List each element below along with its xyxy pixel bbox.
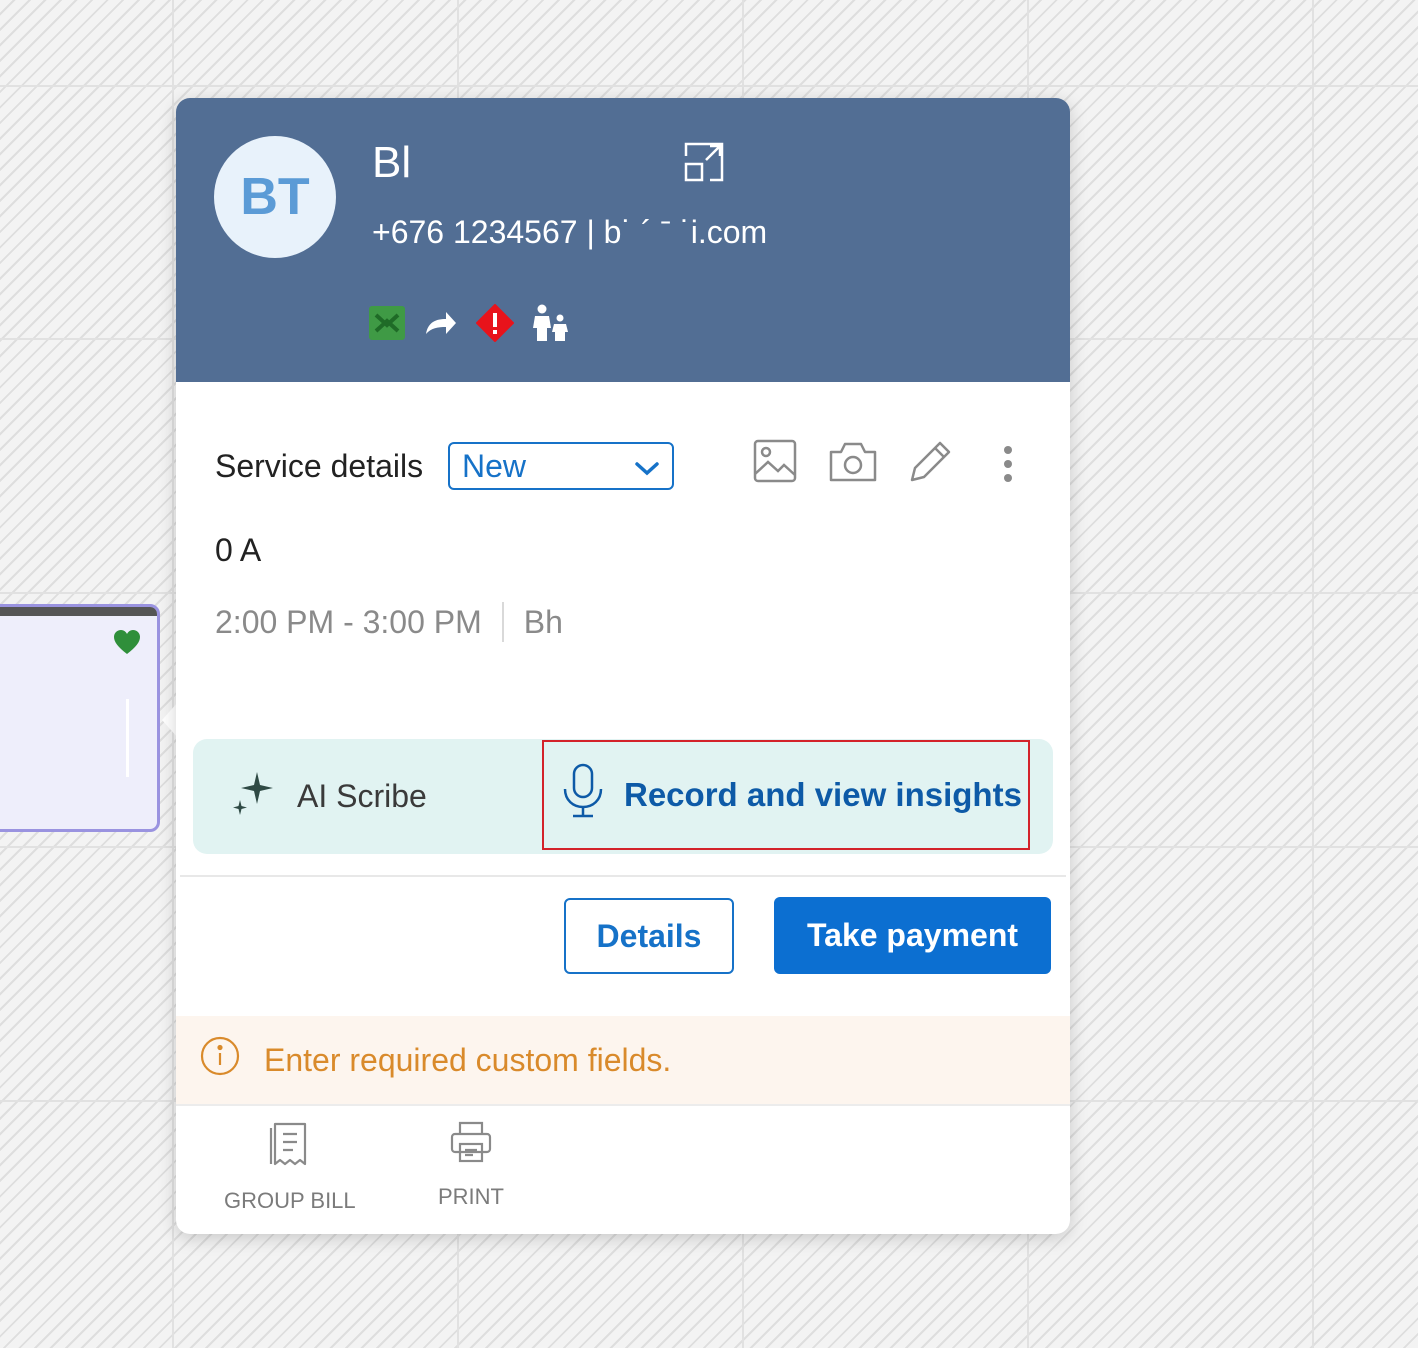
details-button[interactable]: Details	[564, 898, 734, 974]
client-status-icons	[368, 304, 570, 347]
warning-text: Enter required custom fields.	[264, 1041, 672, 1078]
service-details-label: Service details	[215, 448, 424, 484]
group-bill-action[interactable]: GROUP BILL	[224, 1120, 356, 1214]
appointment-divider	[126, 699, 129, 777]
printer-icon	[449, 1120, 493, 1170]
pencil-icon[interactable]	[906, 438, 954, 491]
more-vertical-icon[interactable]	[998, 442, 1018, 491]
status-select-value: New	[462, 447, 527, 484]
avatar: BT	[214, 136, 336, 258]
camera-icon[interactable]	[828, 438, 878, 489]
chevron-down-icon	[634, 448, 660, 485]
microphone-icon	[560, 763, 606, 827]
receipt-icon	[269, 1120, 311, 1174]
print-action[interactable]: PRINT	[438, 1120, 504, 1210]
time-separator	[501, 602, 504, 642]
client-header: BT Bl +676 1234567 | b˙ ´ ˉ ˙i.com	[176, 98, 1070, 382]
record-insights-label: Record and view insights	[624, 776, 1022, 813]
family-icon[interactable]	[532, 304, 570, 347]
sparkle-icon	[231, 770, 277, 824]
client-name[interactable]: Bl	[372, 138, 411, 188]
record-insights-button[interactable]: Record and view insights	[542, 740, 1030, 850]
client-contact: +676 1234567 | b˙ ´ ˉ ˙i.com	[372, 214, 768, 250]
calendar-gridline	[0, 85, 1418, 87]
info-icon	[200, 1036, 240, 1084]
group-bill-label: GROUP BILL	[224, 1188, 356, 1213]
take-payment-button[interactable]: Take payment	[774, 897, 1051, 974]
footer-divider	[176, 1104, 1070, 1106]
ai-scribe-label-group: AI Scribe	[231, 739, 427, 854]
service-name: 0 A	[215, 532, 262, 568]
staff-name: Bh	[523, 603, 563, 640]
calendar-appointment-block[interactable]	[0, 604, 160, 832]
section-divider	[180, 875, 1066, 877]
print-label: PRINT	[438, 1184, 504, 1209]
alert-diamond-icon[interactable]	[476, 304, 514, 347]
membership-icon[interactable]	[368, 305, 406, 346]
ai-scribe-panel: AI Scribe Record and view insights	[193, 739, 1053, 854]
custom-fields-warning: Enter required custom fields.	[176, 1016, 1070, 1104]
forward-arrow-icon[interactable]	[424, 310, 458, 341]
calendar-gridline	[1312, 0, 1314, 1348]
heart-icon	[113, 629, 141, 660]
appointment-status-select[interactable]: New	[448, 442, 674, 490]
appointment-time-row: 2:00 PM - 3:00 PM Bh	[215, 602, 563, 642]
appointment-status-bar	[0, 607, 157, 616]
calendar-gridline	[172, 0, 174, 1348]
expand-icon[interactable]	[682, 140, 726, 189]
appointment-time: 2:00 PM - 3:00 PM	[215, 603, 482, 640]
image-icon[interactable]	[752, 438, 798, 489]
ai-scribe-label: AI Scribe	[297, 778, 427, 814]
appointment-popover: BT Bl +676 1234567 | b˙ ´ ˉ ˙i.com Servi…	[176, 98, 1070, 1234]
